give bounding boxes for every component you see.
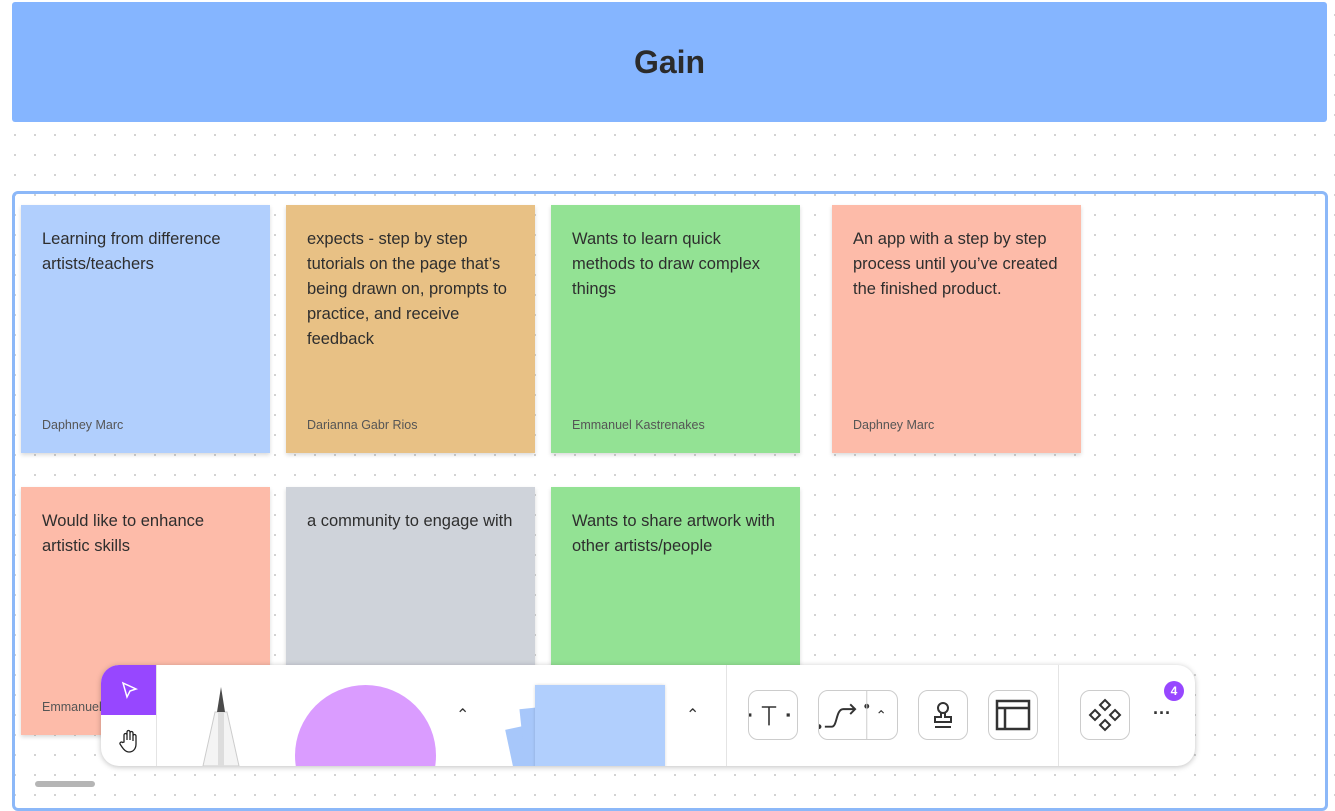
note-author: Darianna Gabr Rios bbox=[307, 418, 418, 432]
stamp-icon bbox=[934, 702, 952, 728]
stamp-tool-button[interactable] bbox=[918, 690, 968, 740]
note-author: Daphney Marc bbox=[42, 418, 124, 432]
shape-tool[interactable] bbox=[295, 685, 436, 766]
select-tool-button[interactable] bbox=[101, 665, 156, 715]
note-text: expects - step by step tutorials on the … bbox=[307, 230, 507, 348]
frame-tool-button[interactable] bbox=[988, 690, 1038, 740]
sticky-note[interactable]: expects - step by step tutorials on the … bbox=[286, 205, 535, 453]
horizontal-scrollbar[interactable] bbox=[35, 781, 95, 787]
cursor-icon bbox=[121, 681, 138, 700]
note-author: Emmanuel Kastrenakes bbox=[572, 418, 705, 432]
notification-badge: 4 bbox=[1164, 681, 1184, 701]
sticky-note[interactable]: An app with a step by step process until… bbox=[832, 205, 1081, 453]
connector-icon: ⌃ bbox=[819, 690, 887, 740]
note-author: Emmanuel bbox=[42, 700, 102, 714]
text-tool-button[interactable] bbox=[748, 690, 798, 740]
sticky-note[interactable]: Wants to learn quick methods to draw com… bbox=[551, 205, 800, 453]
more-button[interactable]: ··· bbox=[1153, 703, 1171, 724]
svg-text:⌃: ⌃ bbox=[876, 708, 887, 723]
components-icon bbox=[1088, 698, 1122, 732]
note-text: Learning from difference artists/teacher… bbox=[42, 230, 221, 273]
pen-tool[interactable] bbox=[191, 683, 251, 766]
bottom-toolbar: ⌃ ⌃ ⌃ ··· 4 bbox=[101, 665, 1195, 766]
note-text: a community to engage with bbox=[307, 512, 513, 530]
section-header[interactable]: Gain bbox=[12, 2, 1327, 122]
frame-icon bbox=[995, 699, 1031, 731]
section-title: Gain bbox=[633, 43, 706, 80]
hand-tool-button[interactable] bbox=[101, 715, 156, 766]
note-author: Daphney Marc bbox=[853, 418, 935, 432]
connector-tool-button[interactable]: ⌃ bbox=[818, 690, 898, 740]
note-text: Wants to share artwork with other artist… bbox=[572, 512, 775, 555]
sticky-note[interactable]: Learning from difference artists/teacher… bbox=[21, 205, 270, 453]
note-text: Wants to learn quick methods to draw com… bbox=[572, 230, 761, 298]
hand-icon bbox=[118, 729, 137, 753]
note-text: An app with a step by step process until… bbox=[853, 230, 1058, 298]
sticky-options-chevron[interactable]: ⌃ bbox=[686, 705, 699, 725]
text-icon bbox=[749, 706, 790, 726]
sticky-note-tool[interactable] bbox=[505, 685, 666, 766]
components-button[interactable] bbox=[1080, 690, 1130, 740]
note-text: Would like to enhance artistic skills bbox=[42, 512, 205, 555]
shape-options-chevron[interactable]: ⌃ bbox=[456, 705, 469, 725]
